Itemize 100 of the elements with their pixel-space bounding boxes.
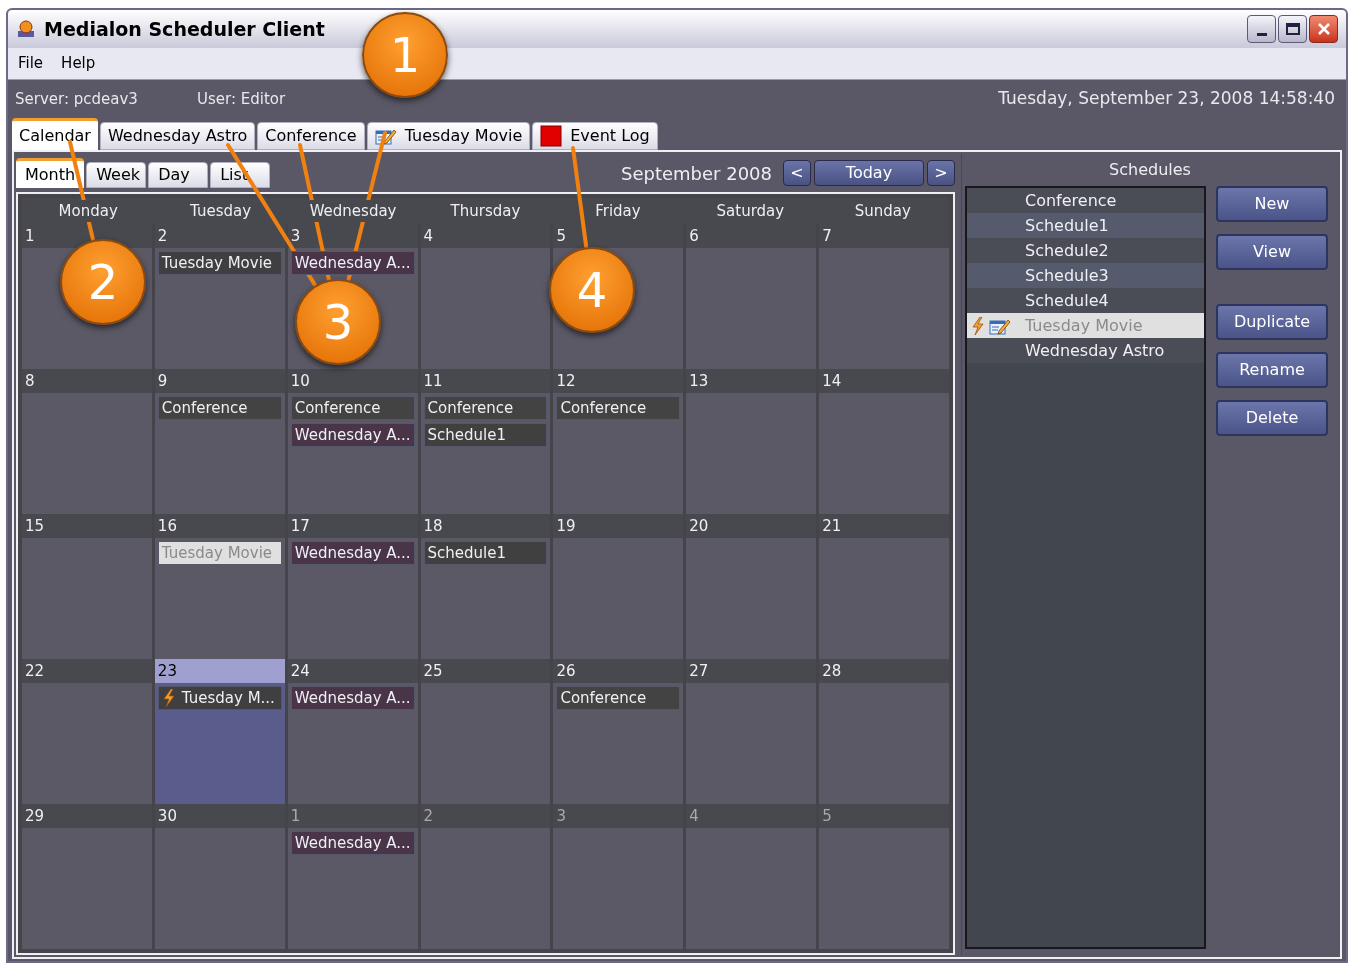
schedule-action-button[interactable]: Delete	[1216, 400, 1328, 436]
tab[interactable]: Event Log	[532, 122, 658, 150]
day-cell[interactable]: 24 Wednesday A...	[287, 659, 418, 804]
event-item[interactable]: Wednesday A...	[290, 423, 415, 447]
day-number: 2	[157, 225, 168, 247]
day-cell[interactable]: 3	[553, 804, 684, 949]
day-number: 23	[157, 660, 177, 682]
day-cell[interactable]: 2 Tuesday Movie	[154, 224, 285, 369]
event-item[interactable]: Wednesday A...	[290, 541, 415, 565]
day-cell[interactable]: 2	[420, 804, 551, 949]
day-cell[interactable]: 12 Conference	[553, 369, 684, 514]
today-button[interactable]: Today	[814, 160, 924, 186]
close-button[interactable]	[1309, 15, 1338, 43]
schedule-item[interactable]: Schedule4	[967, 288, 1204, 313]
day-number: 16	[157, 515, 177, 537]
day-cell[interactable]: 5	[819, 804, 949, 949]
day-number: 5	[822, 805, 832, 827]
schedule-item[interactable]: Schedule1	[967, 213, 1204, 238]
day-cell[interactable]: 4	[686, 804, 817, 949]
tab[interactable]: Calendar	[12, 118, 98, 150]
day-cell[interactable]: 8	[22, 369, 152, 514]
date-time-label: Tuesday, September 23, 2008 14:58:40	[998, 87, 1336, 111]
day-number: 4	[689, 805, 699, 827]
tab[interactable]: Tuesday Movie	[366, 122, 531, 150]
menu-item[interactable]: Help	[61, 52, 96, 75]
day-number: 26	[556, 660, 576, 682]
event-item[interactable]: Schedule1	[423, 423, 548, 447]
day-cell[interactable]: 4	[420, 224, 551, 369]
month-label: September 2008	[620, 161, 772, 186]
day-cell[interactable]: 6	[686, 224, 817, 369]
view-tab[interactable]: Month	[16, 158, 85, 188]
day-cell[interactable]: 23 Tuesday M...	[154, 659, 285, 804]
day-number: 8	[25, 370, 35, 392]
event-item[interactable]: Schedule1	[423, 541, 548, 565]
previous-month-button[interactable]: <	[783, 160, 811, 186]
event-item[interactable]: Tuesday Movie	[157, 251, 282, 275]
panel-title: Schedules	[1109, 159, 1191, 181]
day-cell[interactable]: 25	[420, 659, 551, 804]
schedule-action-button[interactable]: Duplicate	[1216, 304, 1328, 340]
server-label: Server: pcdeav3	[15, 88, 139, 110]
event-item[interactable]: Conference	[556, 396, 681, 420]
schedule-action-button[interactable]: View	[1216, 234, 1328, 270]
day-cell[interactable]: 11 Conference Schedule1	[420, 369, 551, 514]
day-cell[interactable]: 22	[22, 659, 152, 804]
day-cell[interactable]: 26 Conference	[553, 659, 684, 804]
day-cell[interactable]: 16 Tuesday Movie	[154, 514, 285, 659]
day-number: 21	[822, 515, 842, 537]
schedule-action-button[interactable]: Rename	[1216, 352, 1328, 388]
event-item[interactable]: Conference	[157, 396, 282, 420]
day-number: 2	[423, 805, 434, 827]
schedule-item[interactable]: Wednesday Astro	[967, 338, 1204, 363]
schedule-item[interactable]: Schedule2	[967, 238, 1204, 263]
day-number: 11	[423, 370, 443, 392]
day-number: 22	[25, 660, 45, 682]
menu-item[interactable]: File	[18, 52, 44, 75]
day-cell[interactable]: 15	[22, 514, 152, 659]
weekday-header: Wednesday	[309, 199, 397, 223]
event-item[interactable]: Conference	[290, 396, 415, 420]
maximize-button[interactable]	[1278, 15, 1307, 43]
day-number: 6	[689, 225, 699, 247]
day-cell[interactable]: 7	[819, 224, 949, 369]
day-cell[interactable]: 17 Wednesday A...	[287, 514, 418, 659]
day-cell[interactable]: 27	[686, 659, 817, 804]
tab[interactable]: Conference	[257, 122, 365, 150]
day-number: 10	[290, 370, 310, 392]
day-cell[interactable]: 13	[686, 369, 817, 514]
event-item[interactable]: Wednesday A...	[290, 686, 415, 710]
edit-icon	[374, 127, 397, 145]
day-number: 25	[423, 660, 443, 682]
day-cell[interactable]: 1 Wednesday A...	[287, 804, 418, 949]
day-number: 13	[689, 370, 709, 392]
day-number: 15	[25, 515, 45, 537]
day-cell[interactable]: 28	[819, 659, 949, 804]
day-cell[interactable]: 18 Schedule1	[420, 514, 551, 659]
event-item[interactable]: Conference	[423, 396, 548, 420]
schedule-action-button[interactable]: New	[1216, 186, 1328, 222]
day-cell[interactable]: 29	[22, 804, 152, 949]
minimize-button[interactable]	[1247, 15, 1276, 43]
day-cell[interactable]: 19	[553, 514, 684, 659]
day-number: 29	[25, 805, 45, 827]
day-cell[interactable]: 21	[819, 514, 949, 659]
event-item[interactable]: Wednesday A...	[290, 831, 415, 855]
schedule-item[interactable]: Schedule3	[967, 263, 1204, 288]
event-item[interactable]: Conference	[556, 686, 681, 710]
day-cell[interactable]: 20	[686, 514, 817, 659]
view-tab[interactable]: Day	[148, 162, 209, 188]
event-item[interactable]: Wednesday A...	[290, 251, 415, 275]
lightning-icon	[971, 316, 985, 335]
tab[interactable]: Wednesday Astro	[99, 122, 256, 150]
day-cell[interactable]: 10 Conference Wednesday A...	[287, 369, 418, 514]
view-tab[interactable]: Week	[86, 162, 147, 188]
day-cell[interactable]: 30	[154, 804, 285, 949]
schedule-item[interactable]: Conference	[967, 188, 1204, 213]
next-month-button[interactable]: >	[927, 160, 955, 186]
day-number: 28	[822, 660, 842, 682]
day-number: 5	[556, 225, 566, 247]
event-item[interactable]: Tuesday M...	[157, 686, 282, 710]
day-cell[interactable]: 9 Conference	[154, 369, 285, 514]
day-cell[interactable]: 14	[819, 369, 949, 514]
day-number: 30	[157, 805, 177, 827]
